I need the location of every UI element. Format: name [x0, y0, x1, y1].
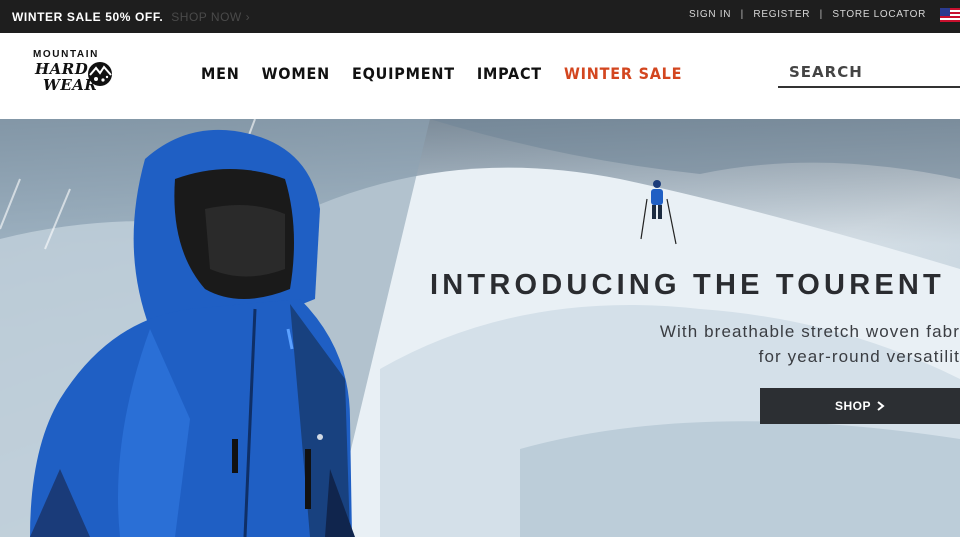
brand-logo[interactable]: MOUNTAIN HARD WEAR	[31, 49, 121, 97]
utility-nav: SIGN IN | REGISTER | STORE LOCATOR	[689, 9, 926, 20]
nav-men[interactable]: MEN	[201, 64, 240, 83]
promo-text: WINTER SALE 50% OFF.	[12, 10, 164, 24]
main-nav: MEN WOMEN EQUIPMENT IMPACT WINTER SALE	[201, 64, 682, 83]
hero-shop-label: SHOP	[834, 399, 871, 413]
hero-subheadline: With breathable stretch woven fabr for y…	[540, 319, 960, 369]
store-locator-link[interactable]: STORE LOCATOR	[832, 9, 926, 20]
hero-subheadline-line1: With breathable stretch woven fabr	[659, 322, 960, 341]
register-link[interactable]: REGISTER	[753, 9, 810, 20]
sign-in-link[interactable]: SIGN IN	[689, 9, 731, 20]
nav-winter-sale[interactable]: WINTER SALE	[564, 64, 682, 83]
hero-headline: INTRODUCING THE TOURENT	[430, 269, 945, 301]
promo-shop-now-link[interactable]: SHOP NOW ›	[171, 10, 250, 24]
nav-women[interactable]: WOMEN	[262, 64, 330, 83]
promo-bar: WINTER SALE 50% OFF. SHOP NOW › SIGN IN …	[0, 0, 960, 33]
chevron-right-icon	[877, 401, 885, 411]
utility-separator: |	[819, 9, 823, 20]
us-flag-icon[interactable]	[940, 8, 960, 22]
search-box	[778, 60, 960, 88]
hero-shop-button[interactable]: SHOP	[760, 388, 960, 424]
utility-separator: |	[740, 9, 744, 20]
hero-subheadline-line2: for year-round versatilit	[758, 347, 960, 366]
logo-mark-icon	[88, 62, 112, 86]
search-input[interactable]	[778, 60, 959, 84]
site-header: MOUNTAIN HARD WEAR MEN WOMEN EQUIPMENT I…	[0, 33, 960, 119]
nav-impact[interactable]: IMPACT	[477, 64, 542, 83]
nav-equipment[interactable]: EQUIPMENT	[352, 64, 455, 83]
hero-banner[interactable]: INTRODUCING THE TOURENT With breathable …	[0, 119, 960, 537]
promo-message[interactable]: WINTER SALE 50% OFF. SHOP NOW ›	[12, 10, 250, 24]
